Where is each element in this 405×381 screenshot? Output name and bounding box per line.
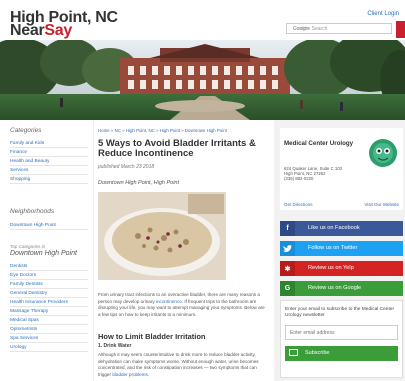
neighborhoods-list: Downtown High Point — [10, 221, 88, 230]
newsletter-text: Enter your email to subscribe to the Med… — [285, 307, 395, 318]
email-field[interactable] — [285, 325, 398, 340]
top-category-item[interactable]: Spa Services — [10, 334, 88, 343]
article: Home » NC » High Point, NC » High Point … — [94, 120, 274, 381]
breadcrumb[interactable]: Home » NC » High Point, NC » High Point … — [98, 128, 227, 133]
neighborhoods-heading: Neighborhoods — [10, 208, 55, 215]
business-name: Medical Center Urology — [284, 140, 354, 147]
business-address: 624 Quaker Lane, Suite C 103 High Point,… — [284, 166, 342, 182]
business-logo-icon — [368, 138, 398, 168]
logo-say: Say — [44, 22, 72, 39]
mail-icon — [289, 349, 298, 356]
facebook-icon: f — [280, 221, 295, 236]
subscribe-label: Subscribe — [305, 350, 330, 356]
yelp-button[interactable]: ✱ Review us on Yelp — [280, 261, 403, 276]
hero-banner-image — [0, 40, 405, 120]
top-category-item[interactable]: Medical Spas — [10, 316, 88, 325]
article-title: 5 Ways to Avoid Bladder Irritants & Redu… — [98, 138, 256, 159]
article-location: Downtown High Point, High Point — [98, 180, 180, 186]
yelp-label: Review us on Yelp — [308, 265, 354, 271]
neighborhood-item[interactable]: Downtown High Point — [10, 221, 88, 230]
top-category-item[interactable]: Eye Doctors — [10, 271, 88, 280]
category-item[interactable]: Shopping — [10, 175, 88, 184]
right-sidebar: Medical Center Urology 624 Quaker Lane, … — [274, 120, 405, 381]
top-category-item[interactable]: Urology — [10, 343, 88, 352]
twitter-button[interactable]: Follow us on Twitter — [280, 241, 403, 256]
top-categories-label: Top Categories in — [10, 244, 46, 249]
client-login-link[interactable]: Client Login — [367, 11, 399, 17]
left-sidebar: Categories Family and Kids Finance Healt… — [0, 120, 94, 381]
logo-near: Near — [10, 22, 45, 39]
article-subheading: 1. Drink Water — [98, 343, 132, 349]
top-categories-list: Dentists Eye Doctors Family Dentists Gen… — [10, 262, 88, 352]
search-input[interactable]: Google Custom Search — [286, 23, 392, 34]
article-photo — [98, 192, 226, 280]
newsletter-box: Enter your email to subscribe to the Med… — [280, 300, 403, 378]
facebook-button[interactable]: f Like us on Facebook — [280, 221, 403, 236]
categories-heading: Categories — [10, 127, 42, 134]
top-category-item[interactable]: Dentists — [10, 262, 88, 271]
category-item[interactable]: Family and Kids — [10, 139, 88, 148]
category-item[interactable]: Services — [10, 166, 88, 175]
twitter-icon — [280, 241, 295, 256]
red-tab-icon[interactable] — [396, 21, 405, 38]
category-item[interactable]: Health and Beauty — [10, 157, 88, 166]
site-logo[interactable]: NearSay — [10, 22, 72, 40]
visit-website-link[interactable]: Visit Our Website — [364, 202, 399, 207]
top-category-item[interactable]: Massage Therapy — [10, 307, 88, 316]
article-body: Although it may seem counterintuitive to… — [98, 352, 268, 378]
get-directions-link[interactable]: Get Directions — [284, 202, 313, 207]
business-card: Medical Center Urology 624 Quaker Lane, … — [280, 128, 403, 210]
top-category-item[interactable]: General Dentistry — [10, 289, 88, 298]
category-item[interactable]: Finance — [10, 148, 88, 157]
top-categories-place: Downtown High Point — [10, 250, 77, 257]
bladder-problems-link[interactable]: bladder problems. — [112, 372, 149, 377]
google-label: Review us on Google — [308, 285, 362, 291]
business-phone[interactable]: (336) 882-0220 — [284, 176, 342, 181]
categories-list: Family and Kids Finance Health and Beaut… — [10, 139, 88, 184]
google-button[interactable]: G Review us on Google — [280, 281, 403, 296]
incontinence-link[interactable]: incontinence — [156, 299, 182, 304]
search-placeholder-text: Custom Search — [293, 26, 328, 32]
twitter-label: Follow us on Twitter — [308, 245, 358, 251]
site-header: High Point, NC NearSay Client Login Goog… — [0, 0, 405, 40]
facebook-label: Like us on Facebook — [308, 225, 360, 231]
top-category-item[interactable]: Health Insurance Providers — [10, 298, 88, 307]
google-icon: G — [280, 281, 295, 296]
top-category-item[interactable]: Family Dentists — [10, 280, 88, 289]
top-category-item[interactable]: Optometrists — [10, 325, 88, 334]
published-date: published March 23 2018 — [98, 164, 155, 170]
article-heading: How to Limit Bladder Irritation — [98, 332, 206, 341]
article-intro: From urinary tract infections to an over… — [98, 292, 265, 317]
yelp-icon: ✱ — [280, 261, 295, 276]
subscribe-button[interactable]: Subscribe — [285, 346, 398, 361]
